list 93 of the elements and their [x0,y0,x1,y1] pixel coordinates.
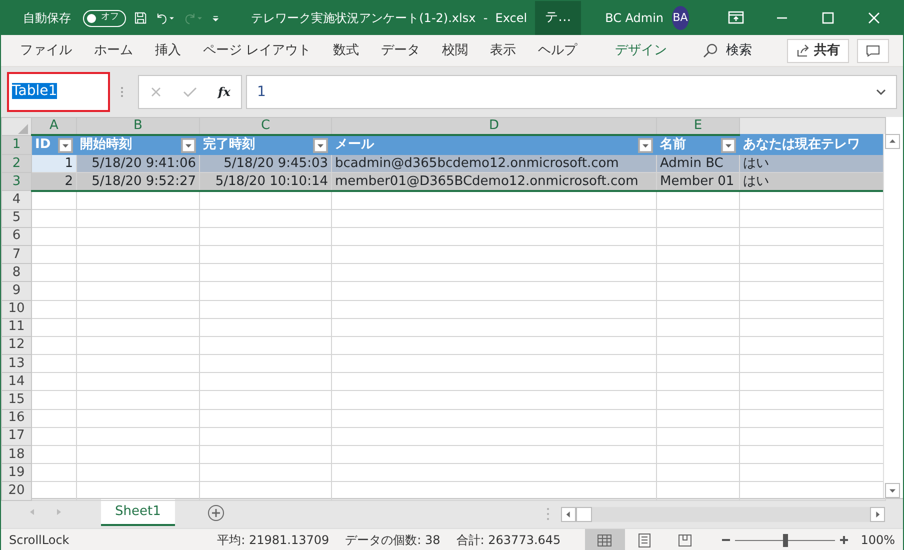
vertical-scrollbar[interactable] [883,134,900,498]
row-header[interactable]: 15 [2,390,32,410]
ribbon-tab[interactable]: データ [370,40,432,60]
row-header[interactable]: 4 [2,190,32,210]
autosave-toggle[interactable]: オフ [83,10,126,26]
zoom-in-icon[interactable] [838,535,849,545]
row-header[interactable]: 1 [2,135,32,154]
filter-dropdown-button[interactable] [58,138,73,152]
expand-caret-icon[interactable] [876,88,886,96]
user-avatar[interactable]: BA [672,6,690,30]
status-count: データの個数: 38 [345,532,440,549]
search-icon[interactable] [702,42,718,58]
add-sheet-icon[interactable] [206,504,225,522]
table-cell: Member 01 [656,172,740,191]
table-header-cell-text: 開始時刻 [80,136,133,154]
ribbon-tab[interactable]: 表示 [479,40,528,60]
filter-dropdown-button[interactable] [638,138,653,152]
table-cell: 1 [32,154,76,173]
insert-function-button[interactable]: fx [218,83,230,101]
column-header[interactable]: C [200,118,332,135]
row-header[interactable]: 19 [2,464,32,482]
splitter-handle-icon[interactable] [544,507,551,521]
row-header[interactable]: 6 [2,227,32,246]
table-header-cell-text: ID [35,136,52,154]
zoom-level[interactable]: 100% [860,531,895,549]
customize-caret-icon[interactable] [212,13,220,23]
table-cell: はい [740,172,886,191]
autosave-label: 自動保存 [23,10,71,27]
status-average: 平均: 21981.13709 [217,532,330,549]
row-header[interactable]: 2 [2,154,32,173]
scroll-thumb[interactable] [576,507,592,522]
share-icon [796,44,810,58]
name-box[interactable]: Table1 [9,77,108,106]
table-cell: 5/18/20 9:45:03 [200,154,332,173]
status-mode: ScrollLock [9,532,70,549]
row-header[interactable]: 11 [2,318,32,336]
row-header[interactable]: 9 [2,282,32,300]
table-cell: 5/18/20 9:52:27 [76,172,200,191]
table-cell: はい [740,154,886,173]
table-header-cell-text: 名前 [660,136,687,154]
status-sum: 合計: 263773.645 [456,532,561,549]
ribbon-tab[interactable]: 挿入 [144,40,192,60]
share-button[interactable]: 共有 [787,38,849,62]
row-header[interactable]: 8 [2,264,32,282]
column-header[interactable]: D [332,118,656,135]
ribbon-tab[interactable]: 数式 [322,40,370,60]
horizontal-scrollbar[interactable] [560,507,885,522]
row-header[interactable]: 20 [2,482,32,500]
filter-dropdown-button[interactable] [313,138,328,152]
scroll-down-button[interactable] [884,483,900,498]
table-header-cell-text: 完了時刻 [203,136,256,154]
normal-view-button[interactable] [584,528,625,550]
contextual-tab[interactable]: テ… [535,1,582,35]
column-header[interactable]: A [32,118,76,135]
document-title: テレワーク実施状況アンケート(1-2).xlsx - Excel [251,10,528,27]
ribbon-tab[interactable]: 校閲 [431,40,480,60]
table-cell: 2 [32,172,76,191]
column-header[interactable]: E [656,118,740,135]
filter-dropdown-button[interactable] [181,138,196,152]
filter-dropdown-button[interactable] [721,138,736,152]
column-header[interactable]: B [76,118,200,135]
table-cell: bcadmin@d365bcdemo12.onmicrosoft.com [332,154,656,173]
zoom-slider-thumb[interactable] [782,534,788,546]
row-header[interactable]: 17 [2,427,32,446]
row-header[interactable]: 5 [2,209,32,228]
comments-button[interactable] [857,38,889,62]
table-cell: Admin BC [656,154,740,173]
table-cell: member01@D365BCdemo12.onmicrosoft.com [332,172,656,191]
corner-triangle-icon [18,124,28,134]
table-header-cell-text: メール [335,136,376,154]
search-label[interactable]: 検索 [726,40,752,60]
row-header[interactable]: 7 [2,245,32,264]
row-header[interactable]: 18 [2,446,32,464]
ribbon-tab[interactable]: デザイン [604,40,678,60]
ribbon-tab[interactable]: ページ レイアウト [192,40,322,60]
row-header[interactable]: 14 [2,372,32,391]
user-name: BC Admin [605,10,664,27]
table-cell: 5/18/20 10:10:14 [200,172,332,191]
table-cell: 5/18/20 9:41:06 [76,154,200,173]
scroll-up-button[interactable] [884,134,900,149]
row-header[interactable]: 12 [2,336,32,355]
scroll-right-button[interactable] [870,507,885,522]
scroll-left-button[interactable] [560,507,576,522]
table-header-cell-text: あなたは現在テレワ [743,136,861,154]
ribbon-tab[interactable]: ホーム [83,40,144,60]
ribbon-tab[interactable]: ファイル [9,40,83,60]
comment-icon [866,44,880,56]
row-header[interactable]: 13 [2,354,32,373]
row-header[interactable]: 3 [2,172,32,191]
row-header[interactable]: 16 [2,409,32,428]
ribbon-tab[interactable]: ヘルプ [527,40,588,60]
sheet-tab[interactable]: Sheet1 [101,499,175,526]
row-header[interactable]: 10 [2,300,32,318]
